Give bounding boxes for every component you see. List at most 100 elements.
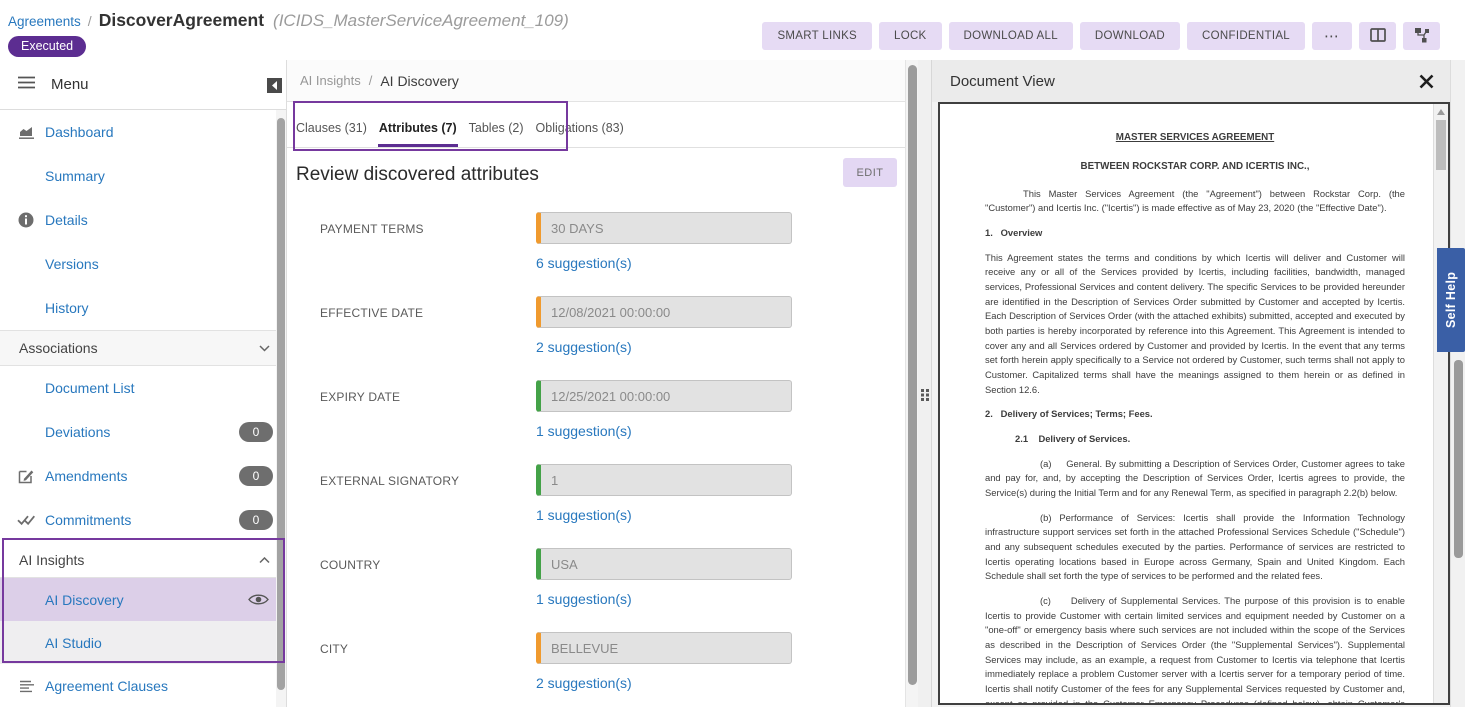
- count-badge: 0: [239, 466, 273, 486]
- document-paragraph: This Master Services Agreement (the "Agr…: [985, 187, 1405, 216]
- sidebar-item-label: Summary: [45, 168, 105, 184]
- attribute-row-country: COUNTRY USA 1 suggestion(s): [287, 548, 918, 609]
- toolbar: SMART LINKS LOCK DOWNLOAD ALL DOWNLOAD C…: [762, 0, 1465, 50]
- document-scrollbar-thumb[interactable]: [1436, 120, 1446, 170]
- attribute-value-field[interactable]: 1: [536, 464, 792, 496]
- tab-obligations[interactable]: Obligations (83): [535, 121, 625, 147]
- download-all-button[interactable]: DOWNLOAD ALL: [949, 22, 1073, 50]
- document-paragraph: (b) Performance of Services: Icertis sha…: [985, 511, 1405, 584]
- sidebar-item-label: Dashboard: [45, 124, 114, 140]
- page-scrollbar-thumb[interactable]: [1454, 360, 1463, 558]
- info-icon: [16, 212, 36, 228]
- document-paragraph: (a) General. By submitting a Description…: [985, 457, 1405, 501]
- sidebar-item-label: History: [45, 300, 89, 316]
- sidebar-section-ai-insights[interactable]: AI Insights: [0, 542, 286, 578]
- close-icon[interactable]: [1419, 74, 1434, 89]
- tab-bar: Clauses (31) Attributes (7) Tables (2) O…: [287, 102, 918, 148]
- tab-tables[interactable]: Tables (2): [468, 121, 525, 147]
- attribute-label: COUNTRY: [320, 548, 536, 572]
- document-scrollbar[interactable]: [1433, 104, 1448, 703]
- app-window: Agreements / DiscoverAgreement (ICIDS_Ma…: [0, 0, 1465, 707]
- sidebar-item-document-list[interactable]: Document List: [0, 366, 286, 410]
- breadcrumb-agreements-link[interactable]: Agreements: [8, 14, 81, 29]
- sidebar-item-summary[interactable]: Summary: [0, 154, 286, 198]
- split-view-button[interactable]: [1359, 22, 1396, 50]
- page-scrollbar[interactable]: [1450, 60, 1465, 707]
- sidebar-item-label: AI Studio: [45, 635, 102, 651]
- more-actions-button[interactable]: ⋯: [1312, 22, 1352, 50]
- tab-attributes[interactable]: Attributes (7): [378, 121, 458, 147]
- document-paragraph: (c) Delivery of Supplemental Services. T…: [985, 594, 1405, 703]
- suggestions-link[interactable]: 1 suggestion(s): [536, 591, 632, 607]
- center-scrollbar-thumb[interactable]: [908, 65, 917, 685]
- chevron-down-icon: [259, 339, 270, 357]
- sidebar-collapse-icon[interactable]: [267, 78, 282, 93]
- section-heading: Review discovered attributes: [296, 164, 539, 186]
- sidebar-header: Menu: [0, 60, 286, 110]
- sidebar-scrollbar[interactable]: [276, 110, 286, 707]
- sidebar-item-dashboard[interactable]: Dashboard: [0, 110, 286, 154]
- edit-pencil-icon: [16, 468, 36, 484]
- attribute-row-expiry-date: EXPIRY DATE 12/25/2021 00:00:00 1 sugges…: [287, 380, 918, 441]
- count-badge: 0: [239, 422, 273, 442]
- attribute-value-field[interactable]: BELLEVUE: [536, 632, 792, 664]
- sidebar-item-amendments[interactable]: Amendments 0: [0, 454, 286, 498]
- attribute-value-field[interactable]: 30 DAYS: [536, 212, 792, 244]
- sidebar-item-ai-studio[interactable]: AI Studio: [0, 621, 286, 664]
- document-subheading: 2.1 Delivery of Services.: [985, 432, 1405, 447]
- double-check-icon: [16, 514, 36, 526]
- sidebar-item-label: Versions: [45, 256, 99, 272]
- document-view-panel: Document View MASTER SERVICES AGREEMENT …: [932, 60, 1450, 707]
- hierarchy-icon: [1414, 27, 1430, 46]
- suggestions-link[interactable]: 6 suggestion(s): [536, 255, 632, 271]
- attribute-value-field[interactable]: 12/25/2021 00:00:00: [536, 380, 792, 412]
- panel-splitter[interactable]: [918, 60, 932, 707]
- center-scrollbar[interactable]: [905, 60, 918, 707]
- sidebar-item-commitments[interactable]: Commitments 0: [0, 498, 286, 542]
- tab-clauses[interactable]: Clauses (31): [295, 121, 368, 147]
- scroll-up-arrow-icon[interactable]: [1437, 109, 1445, 115]
- suggestions-link[interactable]: 2 suggestion(s): [536, 339, 632, 355]
- hierarchy-view-button[interactable]: [1403, 22, 1440, 50]
- chevron-up-icon: [259, 551, 270, 569]
- status-badge: Executed: [8, 36, 86, 57]
- lock-button[interactable]: LOCK: [879, 22, 942, 50]
- page-title: DiscoverAgreement: [99, 10, 264, 31]
- sidebar-item-label: Details: [45, 212, 88, 228]
- sidebar-item-label: AI Discovery: [45, 592, 124, 608]
- sidebar-item-deviations[interactable]: Deviations 0: [0, 410, 286, 454]
- section-label: Associations: [19, 340, 98, 356]
- document-view-header: Document View: [932, 60, 1450, 102]
- suggestions-link[interactable]: 1 suggestion(s): [536, 507, 632, 523]
- confidential-button[interactable]: CONFIDENTIAL: [1187, 22, 1305, 50]
- attribute-value: 12/08/2021 00:00:00: [551, 305, 670, 320]
- breadcrumb-separator: /: [88, 13, 92, 29]
- sidebar-item-agreement-clauses[interactable]: Agreement Clauses: [0, 664, 286, 707]
- sidebar-section-associations[interactable]: Associations: [0, 330, 286, 366]
- ai-discovery-panel: AI Insights / AI Discovery Clauses (31) …: [287, 60, 918, 707]
- suggestions-link[interactable]: 1 suggestion(s): [536, 423, 632, 439]
- sidebar-item-details[interactable]: Details: [0, 198, 286, 242]
- section-label: AI Insights: [19, 552, 84, 568]
- count-badge: 0: [239, 510, 273, 530]
- document-heading: 2. Delivery of Services; Terms; Fees.: [985, 407, 1405, 422]
- sidebar-item-label: Deviations: [45, 424, 110, 440]
- page-subtitle: (ICIDS_MasterServiceAgreement_109): [273, 11, 569, 31]
- sidebar-item-versions[interactable]: Versions: [0, 242, 286, 286]
- download-button[interactable]: DOWNLOAD: [1080, 22, 1180, 50]
- attribute-label: CITY: [320, 632, 536, 656]
- attribute-value-field[interactable]: 12/08/2021 00:00:00: [536, 296, 792, 328]
- sidebar-item-history[interactable]: History: [0, 286, 286, 330]
- breadcrumb: Agreements / DiscoverAgreement (ICIDS_Ma…: [8, 10, 569, 31]
- suggestions-link[interactable]: 2 suggestion(s): [536, 675, 632, 691]
- sidebar-scrollbar-thumb[interactable]: [277, 118, 285, 690]
- drag-grip-icon[interactable]: [921, 388, 929, 406]
- columns-icon: [1370, 28, 1386, 45]
- menu-icon[interactable]: [18, 76, 35, 94]
- document-view-title: Document View: [950, 73, 1055, 90]
- smart-links-button[interactable]: SMART LINKS: [762, 22, 872, 50]
- attribute-value-field[interactable]: USA: [536, 548, 792, 580]
- edit-button[interactable]: EDIT: [843, 158, 897, 187]
- sidebar-item-ai-discovery[interactable]: AI Discovery: [0, 578, 286, 621]
- self-help-tab[interactable]: Self Help: [1437, 248, 1465, 352]
